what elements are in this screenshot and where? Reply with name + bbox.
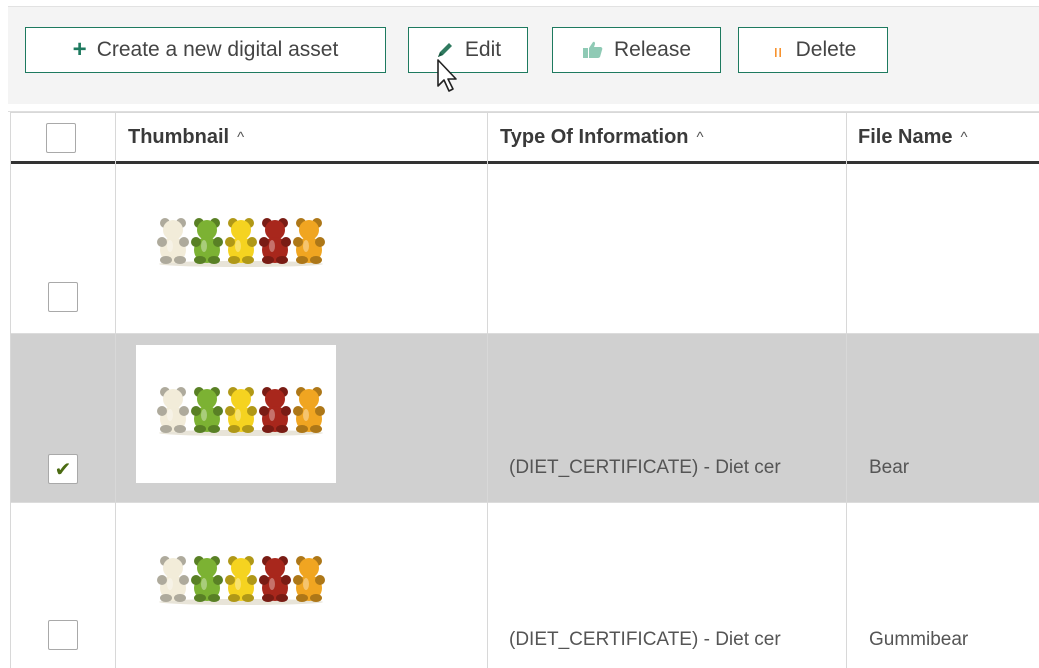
mouse-pointer-icon bbox=[437, 59, 457, 92]
row-checkbox[interactable] bbox=[48, 282, 78, 312]
column-header-file-name[interactable]: File Name ^ bbox=[846, 113, 1039, 162]
type-of-information-cell: (DIET_CERTIFICATE) - Diet cer bbox=[509, 629, 781, 650]
digital-asset-page: + Create a new digital asset Edit Releas… bbox=[0, 0, 1039, 668]
release-button[interactable]: Release bbox=[552, 27, 721, 73]
edit-button[interactable]: Edit bbox=[408, 27, 528, 73]
table-header: Thumbnail ^ Type Of Information ^ File N… bbox=[11, 112, 1039, 164]
column-header-type-of-information[interactable]: Type Of Information ^ bbox=[488, 113, 846, 162]
table-row[interactable] bbox=[11, 164, 1039, 334]
table-row[interactable]: (DIET_CERTIFICATE) - Diet cer Gummibear bbox=[11, 503, 1039, 668]
row-checkbox[interactable] bbox=[48, 620, 78, 650]
row-checkbox-checked[interactable]: ✔ bbox=[48, 454, 78, 484]
thumbs-up-icon bbox=[582, 40, 604, 60]
column-divider bbox=[846, 112, 847, 668]
check-mark-icon: ✔ bbox=[54, 458, 72, 481]
plus-icon: + bbox=[72, 36, 87, 63]
pencil-icon bbox=[435, 40, 455, 60]
sort-caret-icon: ^ bbox=[696, 129, 704, 146]
column-header-thumbnail[interactable]: Thumbnail ^ bbox=[116, 113, 488, 162]
trash-icon bbox=[770, 40, 786, 60]
delete-button-label: Delete bbox=[795, 38, 857, 61]
gummy-bears-thumbnail bbox=[157, 218, 325, 267]
toolbar-divider bbox=[8, 104, 1039, 112]
column-divider bbox=[487, 112, 488, 668]
thumbnail-frame bbox=[136, 345, 336, 483]
asset-table: Thumbnail ^ Type Of Information ^ File N… bbox=[10, 112, 1039, 668]
delete-button[interactable]: Delete bbox=[738, 27, 888, 73]
table-row-selected[interactable]: ✔ (DIET_CERTIFICATE) - Diet cer Bear bbox=[11, 334, 1039, 503]
file-name-cell: Gummibear bbox=[869, 629, 969, 650]
create-button-label: Create a new digital asset bbox=[96, 38, 339, 61]
gummy-bears-thumbnail bbox=[157, 556, 325, 605]
create-digital-asset-button[interactable]: + Create a new digital asset bbox=[25, 27, 386, 73]
file-name-cell: Bear bbox=[869, 457, 910, 478]
gummy-bears-thumbnail bbox=[157, 387, 325, 436]
select-all-checkbox[interactable] bbox=[46, 123, 76, 153]
edit-button-label: Edit bbox=[464, 38, 502, 61]
toolbar: + Create a new digital asset Edit Releas… bbox=[8, 6, 1039, 104]
column-divider bbox=[115, 112, 116, 668]
sort-caret-icon: ^ bbox=[960, 129, 968, 146]
release-button-label: Release bbox=[613, 38, 692, 61]
sort-caret-icon: ^ bbox=[237, 129, 245, 146]
type-of-information-cell: (DIET_CERTIFICATE) - Diet cer bbox=[509, 457, 781, 478]
